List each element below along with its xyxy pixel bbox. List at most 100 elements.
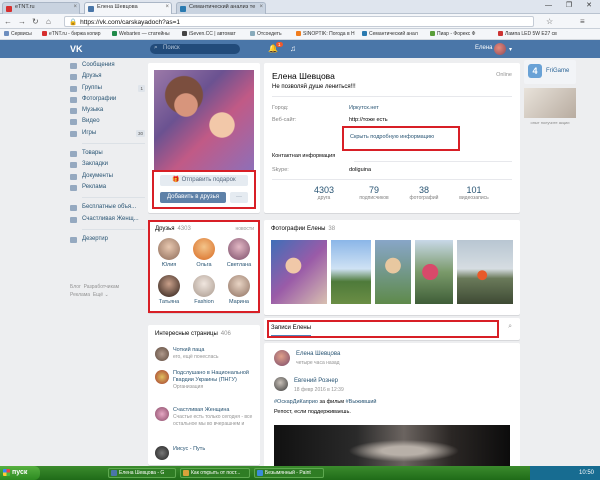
- back-arrow-icon[interactable]: ←: [4, 17, 12, 26]
- photos-title[interactable]: Фотографии Елены 38: [271, 226, 335, 232]
- photo-thumbnail[interactable]: [271, 240, 327, 304]
- highlight-box: [342, 126, 460, 151]
- hashtag-link[interactable]: #Выживший: [346, 399, 377, 405]
- menu-item-goods[interactable]: Товары: [70, 148, 145, 159]
- footer-link-more[interactable]: Ещё ⌄: [93, 292, 109, 298]
- page-item[interactable]: Счастливая Женщина Счастье есть только се…: [155, 407, 255, 437]
- menu-item-music[interactable]: Музыка: [70, 105, 145, 116]
- window-controls[interactable]: — ❐ ✕: [545, 1, 598, 9]
- left-menu: Сообщения Друзья Группы 1 Фотографии Музы…: [70, 60, 145, 245]
- video-icon: [70, 119, 77, 126]
- search-icon[interactable]: ⌕: [508, 323, 512, 331]
- menu-icon[interactable]: ≡: [580, 17, 585, 26]
- bookmark-item[interactable]: Пиар - Форекс Ф: [430, 31, 475, 37]
- menu-item-app-1[interactable]: Бесплатные объя...: [70, 202, 145, 213]
- stat-followers[interactable]: 79 подписчиков: [354, 185, 394, 201]
- home-icon[interactable]: ⌂: [46, 17, 51, 26]
- photo-thumbnail[interactable]: [375, 240, 411, 304]
- close-icon[interactable]: ×: [73, 4, 77, 10]
- bookmarks-bar: Сервисы eTNT.ru - биржа копир Webartex —…: [0, 29, 600, 40]
- folder-icon: [183, 470, 189, 476]
- online-status: Online: [496, 72, 512, 78]
- tab-favicon-icon: [88, 6, 94, 12]
- menu-item-bookmarks[interactable]: Закладки: [70, 159, 145, 170]
- menu-item-friends[interactable]: Друзья: [70, 71, 145, 82]
- music-icon[interactable]: ♫: [290, 44, 296, 53]
- menu-item-documents[interactable]: Документы: [70, 171, 145, 182]
- menu-divider: [82, 228, 145, 230]
- browser-tab-2[interactable]: Елена Шевцова ×: [84, 2, 172, 14]
- bookmark-item[interactable]: Сервисы: [4, 31, 32, 37]
- windows-logo-icon: [3, 469, 10, 476]
- repost-date[interactable]: 18 февр 2016 в 12:39: [294, 387, 344, 393]
- post-image[interactable]: [274, 425, 510, 468]
- post-date[interactable]: четыре часа назад: [296, 360, 340, 366]
- hashtag-link[interactable]: #ОскарДиКаприо: [274, 399, 318, 405]
- taskbar-item[interactable]: Как открыть от пост...: [180, 468, 250, 478]
- stat-friends[interactable]: 4303 друга: [304, 185, 344, 201]
- close-icon[interactable]: ×: [165, 4, 169, 10]
- browser-tab-1[interactable]: eTNT.ru ×: [2, 2, 80, 14]
- menu-item-photos[interactable]: Фотографии: [70, 94, 145, 105]
- star-icon[interactable]: ☆: [546, 17, 553, 26]
- ad-banner[interactable]: 4 FriGame: [524, 60, 576, 84]
- avatar: [155, 407, 169, 421]
- page-item[interactable]: Подслушано в Национальной Гвардии Украин…: [155, 370, 255, 400]
- menu-item-games[interactable]: Игры 30: [70, 128, 145, 139]
- page-item[interactable]: Иисус - Путь: [155, 446, 255, 462]
- menu-item-app-2[interactable]: Счастливая Женщ...: [70, 214, 145, 225]
- friends-card: Друзья 4303 новости Юлия Ольга Светлана Т…: [148, 220, 260, 313]
- photo-thumbnail[interactable]: [415, 240, 453, 304]
- vk-logo[interactable]: VK: [70, 44, 86, 54]
- interesting-pages-title[interactable]: Интересные страницы 406: [155, 331, 231, 337]
- user-name[interactable]: Елена: [475, 45, 493, 51]
- bookmark-item[interactable]: eTNT.ru - биржа копир: [42, 31, 100, 37]
- stat-videos[interactable]: 101 видеозапись: [454, 185, 494, 201]
- tab-favicon-icon: [6, 6, 12, 12]
- taskbar-item[interactable]: Елена Шевцова - G: [108, 468, 176, 478]
- menu-item-app-3[interactable]: Дезертир: [70, 234, 145, 245]
- bookmark-item[interactable]: Webartex — статейны: [112, 31, 170, 37]
- forward-arrow-icon[interactable]: →: [18, 17, 26, 26]
- avatar[interactable]: [494, 43, 506, 55]
- ads-icon: [70, 184, 77, 191]
- bookmark-item[interactable]: SINOPTIK: Погода в Н: [296, 31, 355, 37]
- bookmark-item[interactable]: Лампа LED 5W E27 св: [498, 31, 557, 37]
- stat-photos[interactable]: 38 фотографий: [404, 185, 444, 201]
- avatar[interactable]: [274, 377, 288, 391]
- avatar[interactable]: [274, 350, 290, 366]
- start-button[interactable]: пуск: [0, 466, 40, 480]
- photo-thumbnail[interactable]: [331, 240, 371, 304]
- reload-icon[interactable]: ↻: [32, 17, 39, 26]
- search-input[interactable]: ⌕ Поиск: [150, 44, 240, 54]
- bookmarks-icon: [70, 162, 77, 169]
- profile-photo[interactable]: [154, 70, 254, 170]
- repost-author[interactable]: Евгений Рознер: [294, 378, 338, 384]
- taskbar-item[interactable]: Безымянный - Paint: [254, 468, 324, 478]
- menu-item-groups[interactable]: Группы 1: [70, 83, 145, 94]
- footer-link-ads[interactable]: Реклама: [70, 292, 90, 298]
- footer-link-dev[interactable]: Разработчикам: [84, 284, 120, 290]
- close-icon[interactable]: ×: [259, 4, 263, 10]
- bookmark-item[interactable]: Семантический анал: [362, 31, 418, 37]
- browser-tab-3[interactable]: Семантический анализ те ×: [176, 2, 266, 14]
- photo-thumbnail[interactable]: [457, 240, 513, 304]
- paint-icon: [257, 470, 263, 476]
- menu-item-video[interactable]: Видео: [70, 116, 145, 127]
- bookmark-item[interactable]: Отсоедеть: [250, 31, 282, 37]
- post-text-2: Репост, если поддерживаешь.: [274, 409, 351, 415]
- profile-status: Не позволяй душе лениться!!!: [272, 84, 356, 90]
- clock[interactable]: 10:50: [579, 470, 594, 476]
- address-bar: ← → ↻ ⌂ 🔒 https://vk.com/carskayadoch?as=…: [0, 14, 600, 29]
- menu-item-messages[interactable]: Сообщения: [70, 60, 145, 71]
- bookmark-item[interactable]: iSeven.CC | автомат: [182, 31, 236, 37]
- menu-item-ads[interactable]: Реклама: [70, 182, 145, 193]
- url-input[interactable]: 🔒 https://vk.com/carskayadoch?as=1: [64, 16, 534, 27]
- chevron-down-icon[interactable]: ▾: [509, 46, 512, 53]
- ad-image[interactable]: [524, 88, 576, 118]
- groups-icon: [70, 85, 77, 92]
- footer-link-blog[interactable]: Блог: [70, 284, 81, 290]
- page-item[interactable]: Чоткий паца его, ещё понеслась: [155, 347, 255, 367]
- post-text: #ОскарДиКаприо за фильм #Выживший: [274, 399, 377, 405]
- post-author[interactable]: Елена Шевцова: [296, 351, 340, 357]
